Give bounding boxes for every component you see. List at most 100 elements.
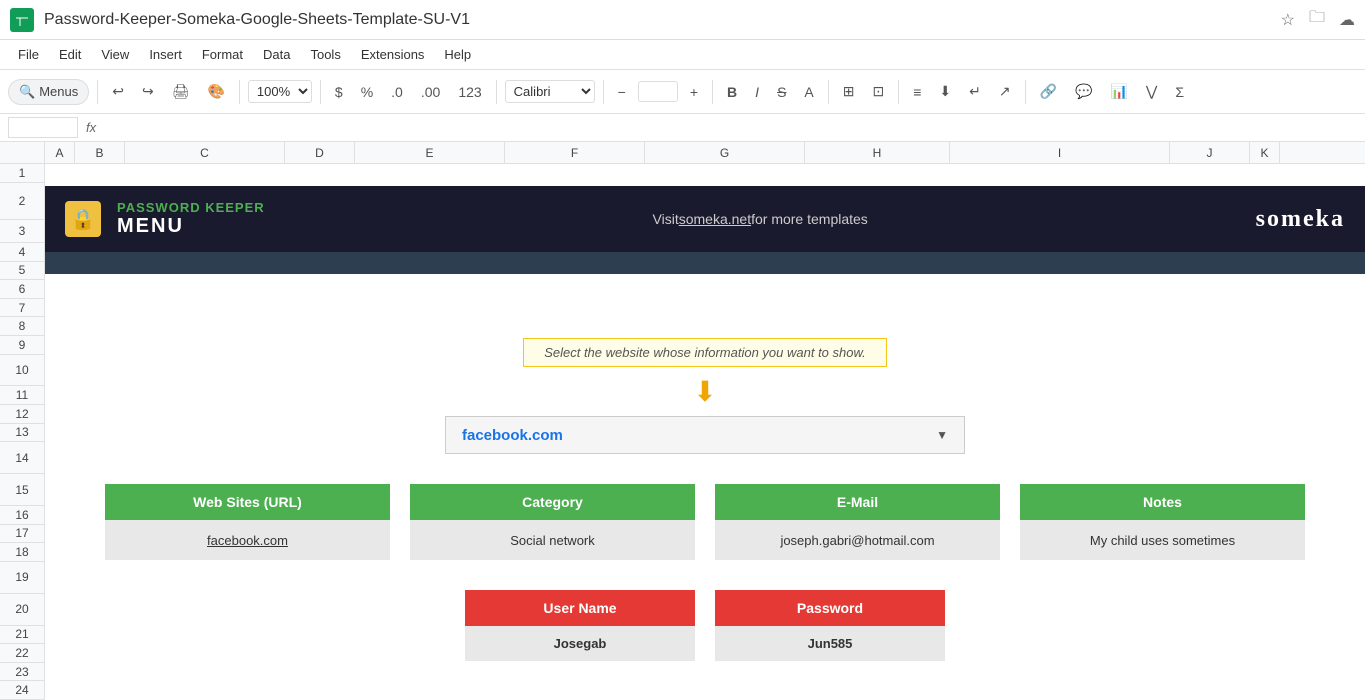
merge-button[interactable]: ⊡	[866, 79, 890, 104]
col-header-c[interactable]: C	[125, 142, 285, 163]
comment-button[interactable]: 💬	[1069, 79, 1098, 104]
pk-pass-card-username: User Name Josegab	[465, 590, 695, 661]
row-17[interactable]: 17	[0, 525, 44, 544]
row-6[interactable]: 6	[0, 280, 44, 299]
menu-extensions[interactable]: Extensions	[353, 44, 433, 65]
pk-instruction-row: Select the website whose information you…	[105, 338, 1305, 367]
instruction-text: Select the website whose information you…	[544, 345, 866, 360]
chart-button[interactable]: 📊	[1104, 79, 1133, 104]
col-header-i[interactable]: I	[950, 142, 1170, 163]
menu-bar: File Edit View Insert Format Data Tools …	[0, 40, 1365, 70]
menu-insert[interactable]: Insert	[141, 44, 190, 65]
row-24[interactable]: 24	[0, 681, 44, 700]
font-size-increase[interactable]: +	[684, 80, 704, 104]
header-text: Visit	[653, 211, 679, 227]
col-header-k[interactable]: K	[1250, 142, 1280, 163]
col-header-d[interactable]: D	[285, 142, 355, 163]
decimal1-button[interactable]: .0	[385, 80, 409, 104]
percent-button[interactable]: %	[355, 80, 379, 104]
col-header-g[interactable]: G	[645, 142, 805, 163]
row-19[interactable]: 19	[0, 562, 44, 594]
paint-format-button[interactable]: 🎨	[201, 79, 230, 104]
toolbar-divider-2	[239, 80, 240, 104]
print-button[interactable]: 🖨	[166, 79, 196, 104]
empty-rows-4-5	[45, 274, 1365, 318]
cloud-icon[interactable]: ☁	[1339, 10, 1355, 30]
bold-button[interactable]: B	[721, 80, 743, 104]
menu-tools[interactable]: Tools	[302, 44, 348, 65]
valign-button[interactable]: ⬇	[933, 79, 957, 104]
col-header-a[interactable]: A	[45, 142, 75, 163]
decimal2-button[interactable]: .00	[415, 80, 446, 104]
pk-selected-site: facebook.com	[462, 427, 563, 444]
menu-format[interactable]: Format	[194, 44, 251, 65]
row-7[interactable]: 7	[0, 299, 44, 318]
menu-file[interactable]: File	[10, 44, 47, 65]
pk-card-email-header: E-Mail	[715, 484, 1000, 520]
strikethrough-button[interactable]: S	[771, 80, 792, 104]
toolbar-divider-9	[1025, 80, 1026, 104]
row-22[interactable]: 22	[0, 644, 44, 663]
font-select[interactable]: Calibri Arial	[505, 80, 595, 103]
row-9[interactable]: 9	[0, 336, 44, 355]
row-8[interactable]: 8	[0, 317, 44, 336]
row-14[interactable]: 14	[0, 442, 44, 474]
row-10[interactable]: 10	[0, 355, 44, 387]
menu-edit[interactable]: Edit	[51, 44, 89, 65]
toolbar-divider-1	[97, 80, 98, 104]
col-header-b[interactable]: B	[75, 142, 125, 163]
website-link[interactable]: facebook.com	[207, 533, 288, 548]
row-16[interactable]: 16	[0, 506, 44, 525]
pk-title-small: PASSWORD KEEPER	[117, 200, 265, 215]
menu-view[interactable]: View	[93, 44, 137, 65]
col-header-f[interactable]: F	[505, 142, 645, 163]
col-header-e[interactable]: E	[355, 142, 505, 163]
redo-button[interactable]: ↪	[136, 79, 160, 104]
pk-header: 🔒 PASSWORD KEEPER MENU Visit someka.net …	[45, 186, 1365, 252]
number-button[interactable]: 123	[452, 80, 487, 104]
row-3[interactable]: 3	[0, 220, 44, 244]
row-18[interactable]: 18	[0, 543, 44, 562]
function-button[interactable]: Σ	[1169, 80, 1190, 104]
grid-content: 🔒 PASSWORD KEEPER MENU Visit someka.net …	[45, 164, 1365, 700]
wrap-button[interactable]: ↵	[963, 79, 987, 104]
row-23[interactable]: 23	[0, 663, 44, 682]
menu-data[interactable]: Data	[255, 44, 298, 65]
font-size-input[interactable]: 11	[638, 81, 678, 102]
font-size-decrease[interactable]: −	[612, 80, 632, 104]
row-20[interactable]: 20	[0, 594, 44, 626]
row-1[interactable]: 1	[0, 164, 44, 183]
star-icon[interactable]: ☆	[1281, 10, 1295, 30]
zoom-select[interactable]: 100% 75% 125%	[248, 80, 312, 103]
row-12[interactable]: 12	[0, 405, 44, 424]
row-5[interactable]: 5	[0, 262, 44, 281]
align-button[interactable]: ≡	[907, 80, 927, 104]
pk-title-block: PASSWORD KEEPER MENU	[117, 200, 265, 238]
dropdown-arrow-icon: ▼	[936, 428, 948, 442]
row-2[interactable]: 2	[0, 183, 44, 220]
text-color-button[interactable]: A	[798, 80, 819, 104]
row-4[interactable]: 4	[0, 243, 44, 262]
undo-button[interactable]: ↩	[106, 79, 130, 104]
someka-link[interactable]: someka.net	[679, 211, 751, 227]
cell-reference-input[interactable]: M27	[8, 117, 78, 138]
link-button[interactable]: 🔗	[1034, 79, 1063, 104]
menu-help[interactable]: Help	[436, 44, 479, 65]
row-21[interactable]: 21	[0, 626, 44, 645]
row-13[interactable]: 13	[0, 424, 44, 443]
fx-label: fx	[86, 120, 96, 135]
col-header-h[interactable]: H	[805, 142, 950, 163]
rotate-button[interactable]: ↗	[993, 79, 1017, 104]
row-15[interactable]: 15	[0, 474, 44, 506]
pk-site-dropdown[interactable]: facebook.com ▼	[445, 416, 965, 454]
pk-card-notes: Notes My child uses sometimes	[1020, 484, 1305, 560]
pk-dropdown-row: facebook.com ▼	[105, 416, 1305, 454]
search-menus-button[interactable]: 🔍 Menus	[8, 79, 89, 105]
filter-button[interactable]: ⋁	[1140, 79, 1163, 104]
folder-icon[interactable]: 🗀	[1309, 6, 1325, 33]
borders-button[interactable]: ⊞	[837, 79, 861, 104]
col-header-j[interactable]: J	[1170, 142, 1250, 163]
currency-button[interactable]: $	[329, 80, 349, 104]
row-11[interactable]: 11	[0, 386, 44, 405]
italic-button[interactable]: I	[749, 80, 765, 104]
